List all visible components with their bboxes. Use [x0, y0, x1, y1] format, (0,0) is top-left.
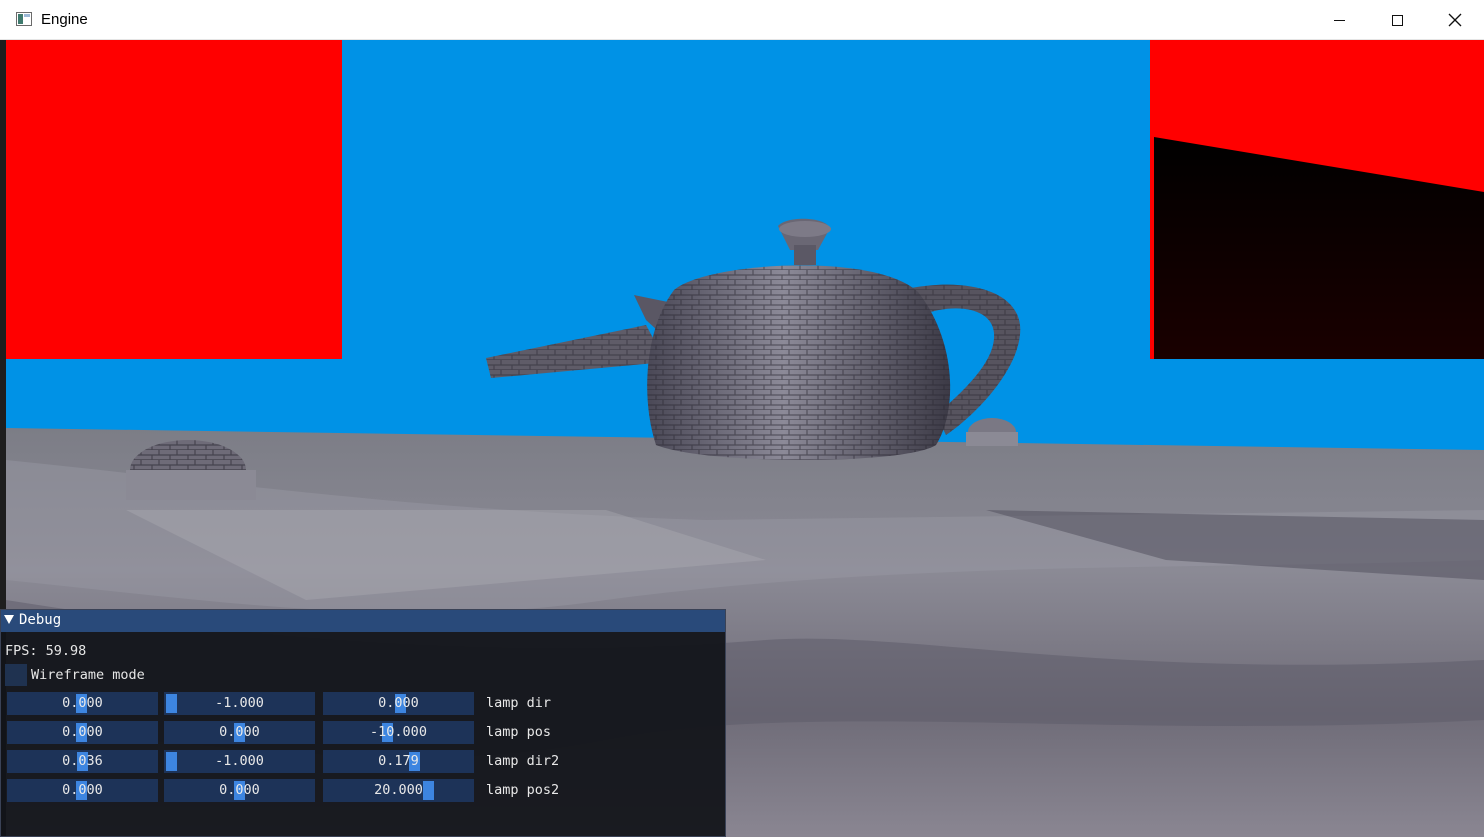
lamp-dir-y-slider[interactable]: -1.000 [164, 692, 315, 715]
app-icon [16, 12, 32, 26]
minimize-icon [1333, 19, 1345, 21]
slider-value: 0.000 [378, 695, 419, 711]
slider-value: 0.000 [62, 724, 103, 740]
lamp-pos-row: 0.000 0.000 -10.000 lamp pos [7, 721, 707, 744]
maximize-icon [1391, 14, 1403, 26]
window-titlebar[interactable]: Engine [0, 0, 1484, 40]
slider-value: -1.000 [215, 753, 264, 769]
slider-value: 0.000 [62, 782, 103, 798]
debug-panel-title: Debug [19, 612, 62, 628]
lamp-dir-row: 0.000 -1.000 0.000 lamp dir [7, 692, 707, 715]
collapse-arrow-icon[interactable] [4, 615, 14, 624]
close-icon [1448, 13, 1462, 27]
slider-value: 0.000 [219, 724, 260, 740]
slider-value: -1.000 [215, 695, 264, 711]
slider-value: 0.179 [378, 753, 419, 769]
lamp-dir2-x-slider[interactable]: 0.036 [7, 750, 158, 773]
wireframe-checkbox[interactable] [5, 664, 27, 686]
debug-panel[interactable]: Debug FPS: 59.98 Wireframe mode 0.000 -1… [0, 609, 726, 837]
lamp-pos2-row: 0.000 0.000 20.000 lamp pos2 [7, 779, 707, 802]
lamp-pos2-z-slider[interactable]: 20.000 [323, 779, 474, 802]
slider-value: 0.036 [62, 753, 103, 769]
lamp-pos2-label: lamp pos2 [486, 782, 560, 798]
slider-value: -10.000 [370, 724, 427, 740]
lamp-dir2-y-slider[interactable]: -1.000 [164, 750, 315, 773]
slider-value: 0.000 [219, 782, 260, 798]
lamp-pos-label: lamp pos [486, 724, 552, 740]
slider-value: 0.000 [62, 695, 103, 711]
fps-readout: FPS: 59.98 [5, 643, 87, 659]
wireframe-label: Wireframe mode [31, 667, 145, 683]
debug-panel-titlebar[interactable]: Debug [1, 610, 725, 632]
lamp-pos2-x-slider[interactable]: 0.000 [7, 779, 158, 802]
window-title: Engine [41, 11, 88, 28]
maximize-button[interactable] [1368, 0, 1426, 40]
lamp-pos-x-slider[interactable]: 0.000 [7, 721, 158, 744]
lamp-dir2-row: 0.036 -1.000 0.179 lamp dir2 [7, 750, 707, 773]
minimize-button[interactable] [1310, 0, 1368, 40]
lamp-dir2-z-slider[interactable]: 0.179 [323, 750, 474, 773]
lamp-dir2-label: lamp dir2 [486, 753, 560, 769]
lamp-pos2-y-slider[interactable]: 0.000 [164, 779, 315, 802]
lamp-pos-z-slider[interactable]: -10.000 [323, 721, 474, 744]
lamp-dir-label: lamp dir [486, 695, 552, 711]
lamp-pos-y-slider[interactable]: 0.000 [164, 721, 315, 744]
lamp-dir-x-slider[interactable]: 0.000 [7, 692, 158, 715]
lamp-dir-z-slider[interactable]: 0.000 [323, 692, 474, 715]
slider-value: 20.000 [374, 782, 423, 798]
close-button[interactable] [1426, 0, 1484, 40]
